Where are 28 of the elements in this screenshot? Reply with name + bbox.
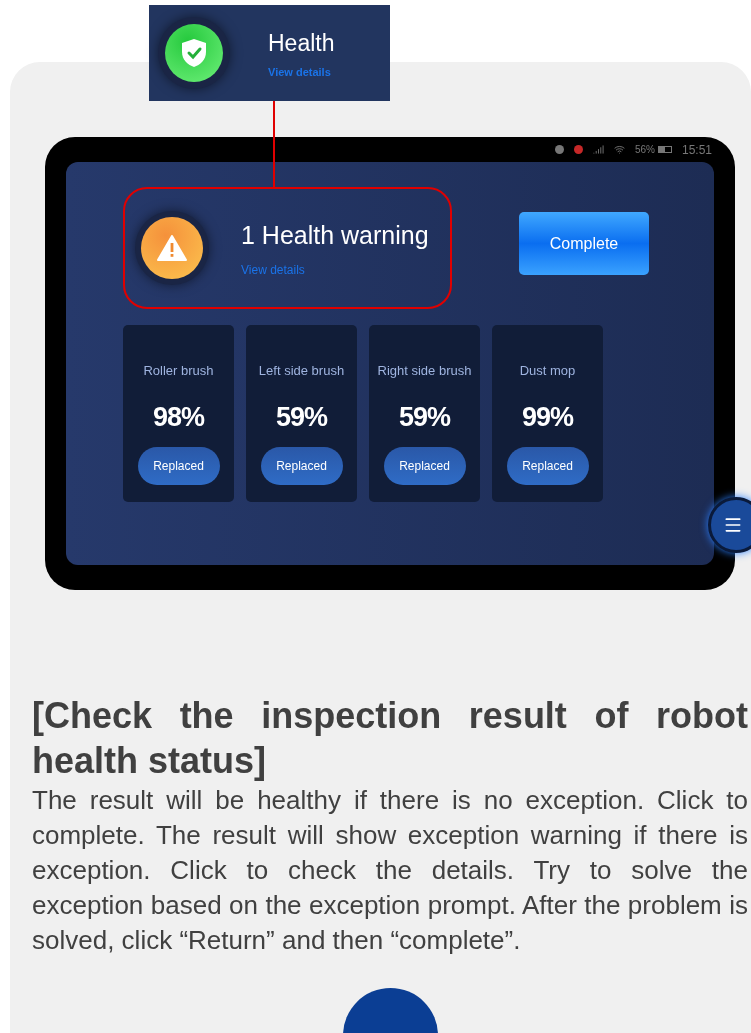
clock-time: 15:51 (681, 141, 712, 159)
battery-icon (657, 146, 672, 153)
section-heading: [Check the inspection result of robot health status] (32, 694, 748, 783)
signal-icon (592, 144, 604, 155)
part-name: Roller brush (143, 362, 214, 380)
wifi-icon (613, 144, 625, 155)
menu-icon (723, 515, 743, 535)
part-name: Dust mop (519, 362, 576, 380)
callout-title: Health (268, 28, 335, 58)
replaced-button[interactable]: Replaced (260, 447, 343, 485)
part-percentage: 98% (152, 400, 204, 434)
replaced-button[interactable]: Replaced (383, 447, 466, 485)
notification-icon (554, 145, 564, 154)
replaced-button[interactable]: Replaced (137, 447, 220, 485)
part-name: Right side brush (377, 362, 472, 380)
complete-button[interactable]: Complete (519, 212, 649, 275)
part-name: Left side brush (258, 362, 345, 380)
battery-level: 56% (634, 143, 655, 157)
record-icon (573, 145, 583, 154)
replaced-button[interactable]: Replaced (506, 447, 589, 485)
section-body: The result will be healthy if there is no exception. Click to complete. The result will show exception warning if there is exception. Click to check the details. Try to solve the exception based on the exception prompt. After the problem is solved, click “Return” and then “complete”. (32, 784, 748, 957)
part-percentage: 59% (275, 400, 327, 434)
health-warning-card[interactable]: 1 Health warning View details (123, 187, 452, 309)
warning-icon (135, 211, 209, 285)
shield-check-icon (158, 17, 230, 89)
warning-title: 1 Health warning (241, 220, 429, 252)
part-percentage: 59% (398, 400, 450, 434)
part-percentage: 99% (521, 400, 573, 434)
